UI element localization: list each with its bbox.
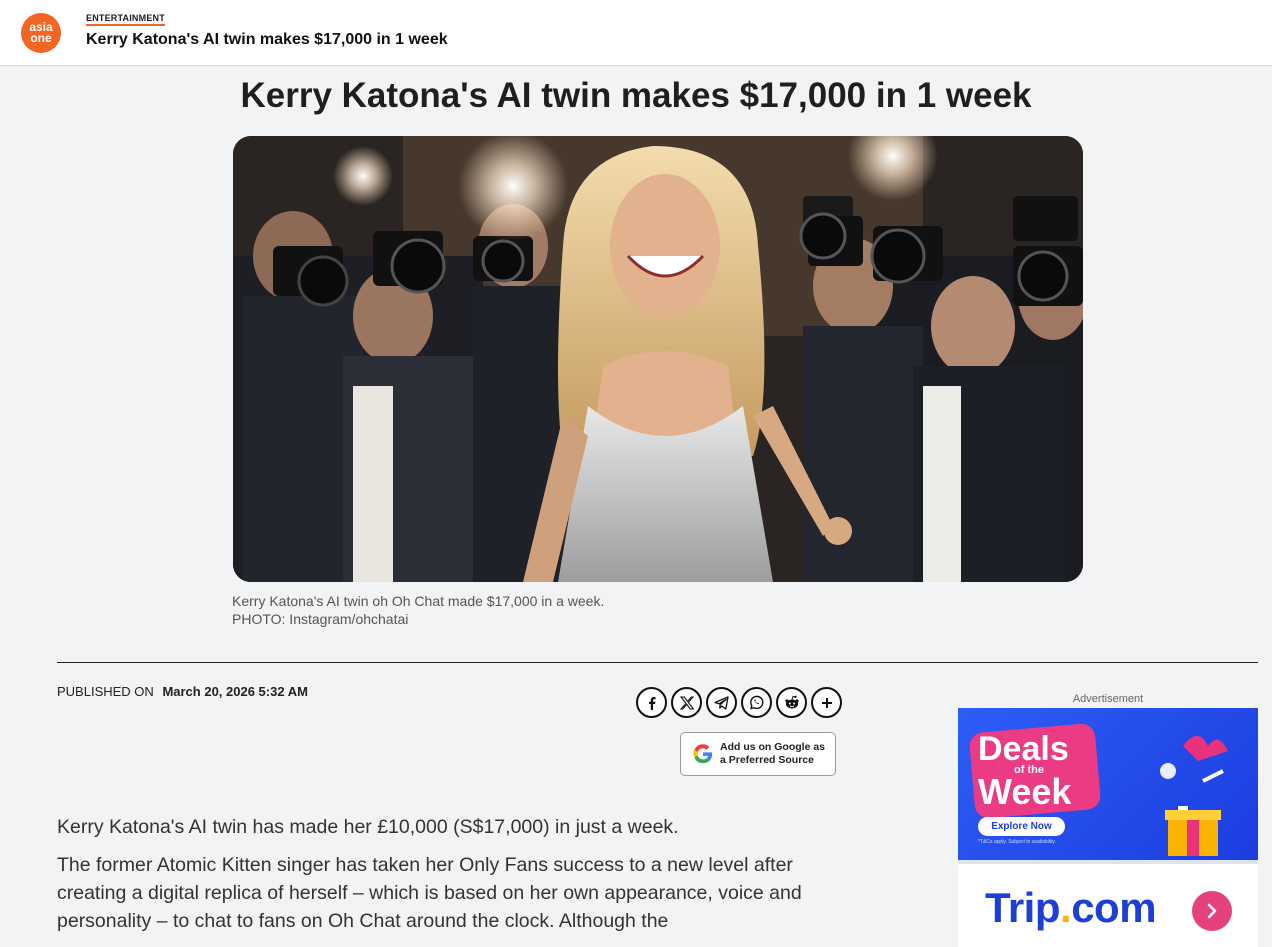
google-preferred-source-button[interactable]: Add us on Google as a Preferred Source [680, 732, 836, 776]
reddit-icon[interactable] [776, 687, 807, 718]
section-label[interactable]: ENTERTAINMENT [86, 13, 165, 26]
published-info: PUBLISHED ON March 20, 2026 5:32 AM [57, 684, 308, 699]
content-divider [57, 662, 1258, 663]
explore-now-button[interactable]: Explore Now [978, 817, 1065, 836]
photo-credit: PHOTO: Instagram/ohchatai [232, 611, 409, 627]
article-paragraph: The former Atomic Kitten singer has take… [57, 854, 802, 932]
advertisement-label: Advertisement [1072, 693, 1144, 705]
logo-text-bottom: one [30, 31, 52, 45]
google-button-line1: Add us on Google as [720, 741, 826, 753]
caption-text: Kerry Katona's AI twin oh Oh Chat made $… [232, 593, 605, 609]
telegram-icon[interactable] [706, 687, 737, 718]
x-icon[interactable] [671, 687, 702, 718]
whatsapp-icon[interactable] [741, 687, 772, 718]
brand-main: Trip [985, 884, 1061, 931]
published-label: PUBLISHED ON [57, 684, 154, 699]
brand-tld: com [1071, 884, 1157, 931]
facebook-icon[interactable] [636, 687, 667, 718]
advertisement-banner[interactable]: Deals of the Week Explore Now *T&Cs appl… [958, 708, 1258, 947]
deals-line1: Deals [978, 730, 1069, 768]
google-icon [693, 744, 713, 764]
hero-image [233, 136, 1083, 582]
plus-icon[interactable] [811, 687, 842, 718]
ad-terms: *T&Cs apply. Subject to availability. [978, 839, 1056, 845]
asiaone-logo[interactable]: asia one [21, 13, 61, 53]
ad-deals-panel[interactable]: Deals of the Week Explore Now *T&Cs appl… [958, 708, 1258, 860]
gift-box-icon [1160, 736, 1228, 856]
google-button-line2: a Preferred Source [720, 754, 814, 766]
image-caption: Kerry Katona's AI twin oh Oh Chat made $… [232, 592, 604, 628]
article-body: Kerry Katona's AI twin has made her £10,… [57, 813, 847, 945]
trip-com-logo[interactable]: Trip.com [985, 884, 1157, 932]
google-button-text: Add us on Google as a Preferred Source [720, 741, 825, 767]
article-headline: Kerry Katona's AI twin makes $17,000 in … [240, 76, 1032, 115]
top-navigation-bar: asia one ENTERTAINMENT Kerry Katona's AI… [0, 0, 1272, 66]
article-paragraph: Kerry Katona's AI twin has made her £10,… [57, 816, 679, 838]
deals-line3: Week [978, 771, 1072, 812]
brand-dot: . [1060, 884, 1072, 931]
top-bar-article-title: Kerry Katona's AI twin makes $17,000 in … [86, 31, 448, 48]
hero-photo-illustration [233, 136, 1083, 582]
chevron-right-icon[interactable] [1192, 891, 1232, 931]
published-date: March 20, 2026 5:32 AM [162, 684, 308, 699]
ad-separator [958, 860, 1258, 864]
share-buttons [636, 687, 842, 718]
deals-of-the-week-text: Deals of the Week [978, 730, 1108, 812]
